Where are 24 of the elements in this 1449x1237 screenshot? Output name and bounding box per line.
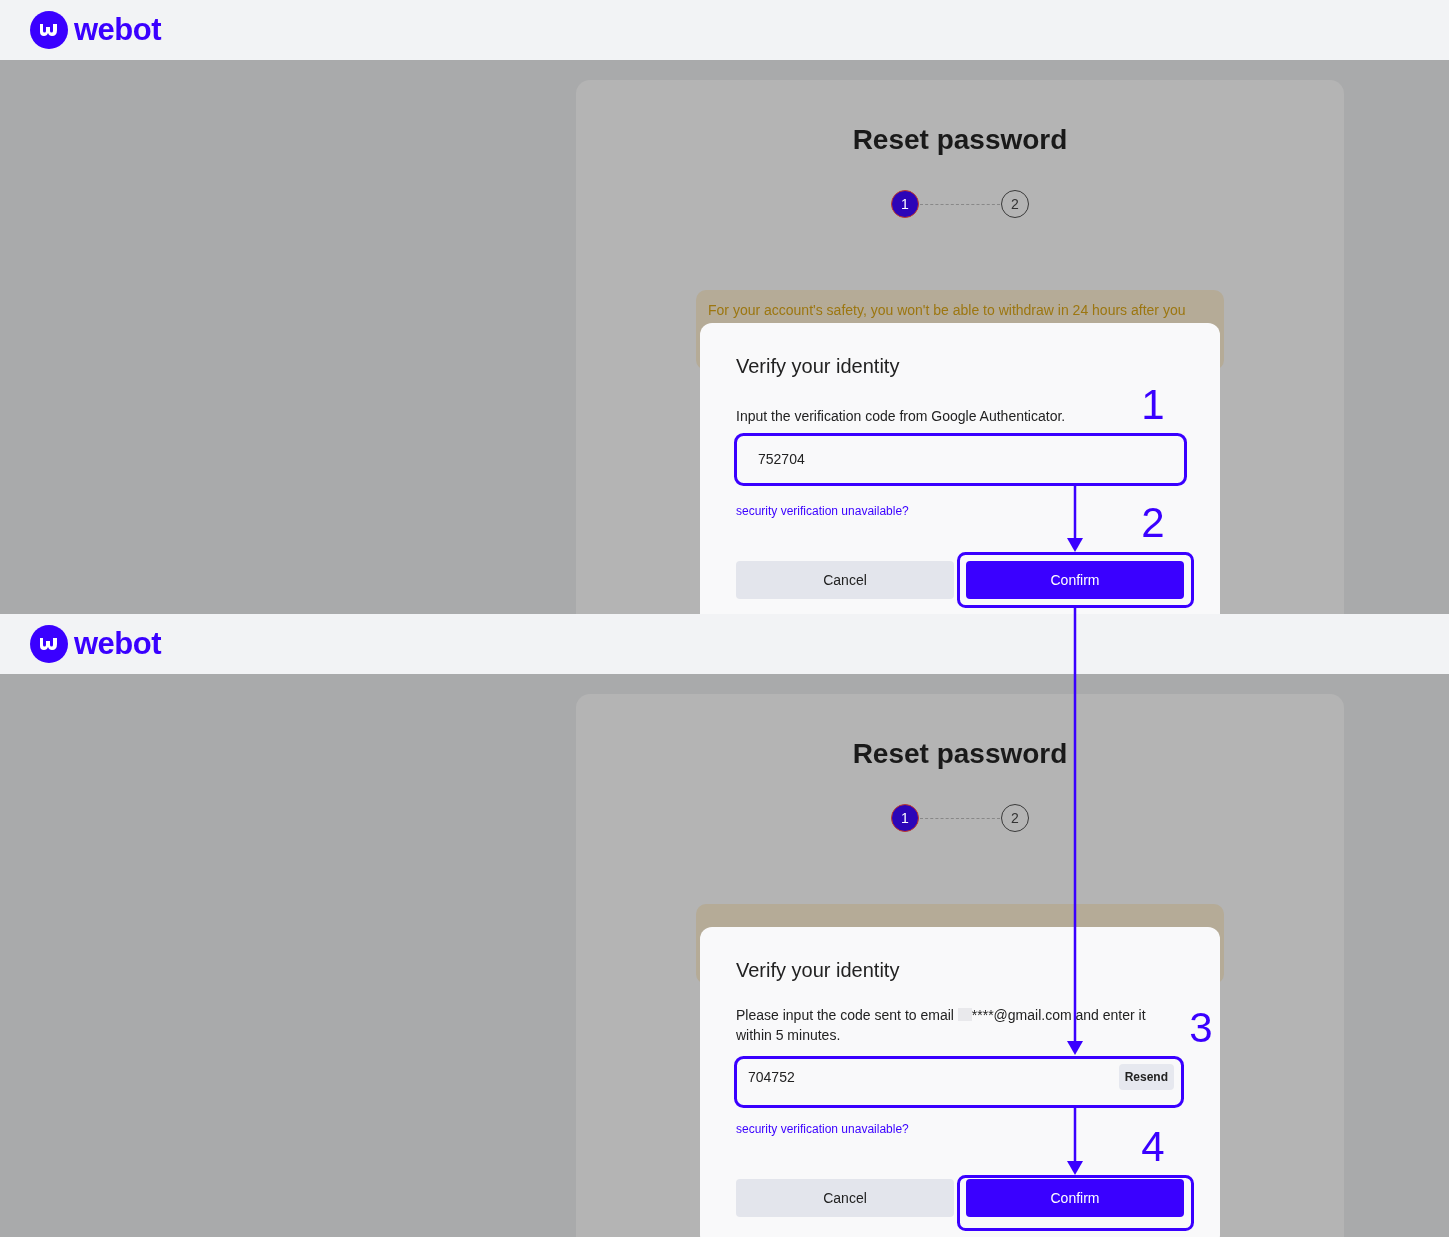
unavailable-link[interactable]: security verification unavailable? <box>736 1121 909 1137</box>
instruction-text: Input the verification code from Google Authenticator. <box>736 407 1067 425</box>
logo-icon <box>30 11 68 49</box>
instruction-text: Please input the code sent to email ****@gmail.com and enter it within 5 minutes. <box>736 1006 1147 1045</box>
step-number: 2 <box>1141 502 1165 544</box>
unavailable-link[interactable]: security verification unavailable? <box>736 503 909 519</box>
confirm-button[interactable]: Confirm <box>966 561 1184 599</box>
arrow <box>1067 486 1083 552</box>
page-title: Reset password <box>852 124 1068 156</box>
cancel-button[interactable]: Cancel <box>736 561 954 599</box>
page-title: Reset password <box>852 738 1068 770</box>
step-number: 4 <box>1141 1126 1165 1168</box>
resend-button[interactable]: Resend <box>1118 1064 1174 1090</box>
dialog-title: Verify your identity <box>736 958 901 983</box>
step-number: 1 <box>1141 384 1165 426</box>
step-indicator: 1 <box>891 804 919 832</box>
logo-icon <box>30 625 68 663</box>
step-indicator: 1 <box>891 190 919 218</box>
brand-name: webot <box>74 12 162 48</box>
step-number: 3 <box>1189 1007 1213 1049</box>
arrow <box>1067 1107 1083 1175</box>
brand-name: webot <box>74 626 162 662</box>
confirm-button[interactable]: Confirm <box>966 1179 1184 1217</box>
cancel-button[interactable]: Cancel <box>736 1179 954 1217</box>
